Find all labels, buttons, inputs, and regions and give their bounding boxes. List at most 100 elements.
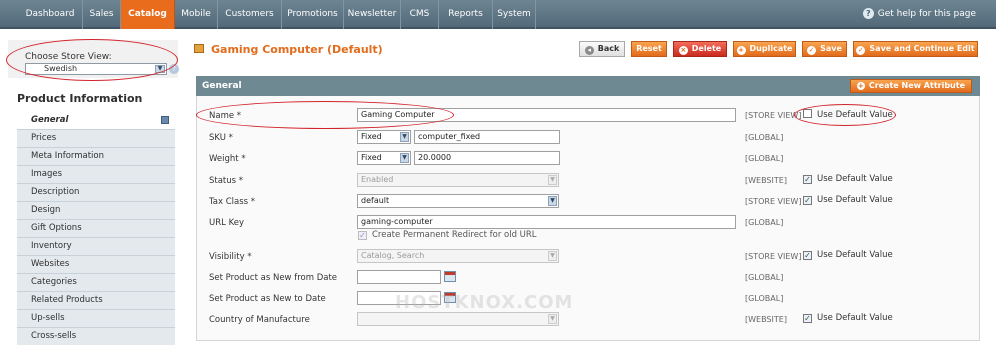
use-default-visibility[interactable]: ✓ Use Default Value — [803, 250, 893, 260]
top-navigation-bar: Dashboard Sales Catalog Mobile Customers… — [0, 0, 996, 29]
row-tax-class: Tax Class * default ▼ [STORE VIEW] ✓ Use D… — [197, 193, 979, 213]
weight-input[interactable]: 20.0000 — [414, 151, 560, 165]
redirect-checkbox[interactable]: ✓ — [358, 231, 367, 240]
row-new-to-date: Set Product as New to Date [GLOBAL] — [197, 290, 979, 310]
row-visibility: Visibility * Catalog, Search ▼ [STORE VIE… — [197, 248, 979, 268]
tab-images[interactable]: Images — [17, 166, 175, 184]
scope-label: [STORE VIEW] — [745, 111, 802, 120]
nav-system[interactable]: System — [493, 0, 536, 29]
weight-type-select[interactable]: Fixed ▼ — [357, 151, 411, 165]
chevron-down-icon: ▼ — [548, 196, 557, 206]
row-name: Name * Gaming Computer [STORE VIEW] Use … — [197, 107, 979, 127]
use-default-checkbox[interactable]: ✓ — [803, 314, 812, 323]
back-button[interactable]: ◂ Back — [579, 41, 625, 57]
name-label: Name * — [209, 111, 242, 121]
tab-related-products[interactable]: Related Products — [17, 292, 175, 310]
status-select[interactable]: Enabled ▼ — [357, 173, 559, 187]
row-sku: SKU * Fixed ▼ computer_fixed [GLOBAL] — [197, 129, 979, 149]
tab-description[interactable]: Description — [17, 184, 175, 202]
nav-sales[interactable]: Sales — [83, 0, 121, 29]
help-link[interactable]: ? Get help for this page — [862, 8, 976, 19]
row-redirect: ✓ Create Permanent Redirect for old URL — [197, 230, 979, 243]
check-icon: ✓ — [856, 46, 866, 55]
row-status: Status * Enabled ▼ [WEBSITE] ✓ Use Default… — [197, 172, 979, 192]
nav-mobile[interactable]: Mobile — [175, 0, 218, 29]
tab-general[interactable]: General — [17, 112, 175, 130]
delete-button[interactable]: × Delete — [673, 41, 727, 57]
redirect-option[interactable]: ✓ Create Permanent Redirect for old URL — [358, 230, 537, 240]
store-view-value: Swedish — [44, 64, 78, 73]
page-title-text: Gaming Computer (Default) — [211, 43, 383, 56]
country-select[interactable]: ▼ — [357, 312, 559, 326]
use-default-name[interactable]: Use Default Value — [803, 109, 893, 120]
tab-up-sells[interactable]: Up-sells — [17, 310, 175, 328]
url-key-input[interactable]: gaming-computer — [357, 215, 736, 229]
scope-label: [WEBSITE] — [745, 315, 787, 324]
new-from-date-input[interactable] — [357, 270, 441, 284]
chevron-down-icon: ▼ — [548, 175, 557, 185]
tab-cross-sells[interactable]: Cross-sells — [17, 328, 175, 345]
tab-meta-information[interactable]: Meta Information — [17, 148, 175, 166]
use-default-checkbox[interactable]: ✓ — [803, 196, 812, 205]
country-label: Country of Manufacture — [209, 315, 310, 325]
scope-label: [STORE VIEW] — [745, 197, 802, 206]
weight-label: Weight * — [209, 154, 246, 164]
tab-label: General — [31, 115, 69, 125]
tab-inventory[interactable]: Inventory — [17, 238, 175, 256]
section-title: General — [202, 81, 242, 91]
tax-class-select[interactable]: default ▼ — [357, 194, 559, 208]
chevron-down-icon: ▼ — [400, 132, 409, 142]
nav-customers[interactable]: Customers — [218, 0, 282, 29]
nav-cms[interactable]: CMS — [401, 0, 439, 29]
tab-websites[interactable]: Websites — [17, 256, 175, 274]
tax-class-value: default — [361, 196, 390, 205]
store-view-select[interactable]: Swedish ▼ — [25, 63, 167, 75]
help-icon[interactable]: ? — [169, 64, 179, 74]
use-default-checkbox[interactable] — [803, 109, 812, 118]
create-attribute-button[interactable]: + Create New Attribute — [849, 79, 972, 93]
check-icon: ✓ — [807, 46, 817, 55]
use-default-tax-class[interactable]: ✓ Use Default Value — [803, 195, 893, 205]
use-default-label: Use Default Value — [817, 110, 893, 120]
nav-promotions[interactable]: Promotions — [282, 0, 344, 29]
new-from-label: Set Product as New from Date — [209, 273, 338, 283]
row-weight: Weight * Fixed ▼ 20.0000 [GLOBAL] — [197, 150, 979, 170]
chevron-down-icon: ▼ — [548, 251, 557, 261]
back-icon: ◂ — [584, 46, 594, 55]
visibility-select[interactable]: Catalog, Search ▼ — [357, 249, 559, 263]
name-input[interactable]: Gaming Computer — [357, 108, 736, 122]
create-attribute-label: Create New Attribute — [868, 81, 965, 90]
nav-dashboard[interactable]: Dashboard — [18, 0, 83, 29]
reset-button[interactable]: Reset — [631, 41, 667, 57]
save-button[interactable]: ✓ Save — [802, 41, 847, 57]
sku-label: SKU * — [209, 133, 233, 143]
save-continue-button[interactable]: ✓ Save and Continue Edit — [853, 41, 978, 57]
use-default-label: Use Default Value — [817, 195, 893, 205]
nav-newsletter[interactable]: Newsletter — [344, 0, 401, 29]
save-continue-label: Save and Continue Edit — [869, 44, 975, 53]
tab-design[interactable]: Design — [17, 202, 175, 220]
tab-prices[interactable]: Prices — [17, 130, 175, 148]
use-default-status[interactable]: ✓ Use Default Value — [803, 174, 893, 184]
row-new-from-date: Set Product as New from Date [GLOBAL] — [197, 269, 979, 289]
duplicate-label: Duplicate — [749, 44, 793, 53]
use-default-checkbox[interactable]: ✓ — [803, 251, 812, 260]
scope-label: [GLOBAL] — [745, 294, 784, 303]
visibility-value: Catalog, Search — [361, 251, 425, 260]
tab-gift-options[interactable]: Gift Options — [17, 220, 175, 238]
use-default-checkbox[interactable]: ✓ — [803, 175, 812, 184]
chevron-down-icon: ▼ — [155, 65, 165, 73]
sku-type-select[interactable]: Fixed ▼ — [357, 130, 411, 144]
status-value: Enabled — [361, 175, 394, 184]
redirect-label: Create Permanent Redirect for old URL — [372, 230, 537, 240]
save-label: Save — [820, 44, 842, 53]
tab-categories[interactable]: Categories — [17, 274, 175, 292]
back-label: Back — [597, 44, 620, 53]
nav-reports[interactable]: Reports — [439, 0, 493, 29]
duplicate-button[interactable]: + Duplicate — [733, 41, 796, 57]
store-view-switcher: Choose Store View: Swedish ▼ ? — [8, 40, 179, 78]
calendar-icon[interactable] — [444, 271, 456, 282]
nav-catalog[interactable]: Catalog — [121, 0, 175, 29]
sku-input[interactable]: computer_fixed — [414, 130, 560, 144]
use-default-country[interactable]: ✓ Use Default Value — [803, 313, 893, 323]
